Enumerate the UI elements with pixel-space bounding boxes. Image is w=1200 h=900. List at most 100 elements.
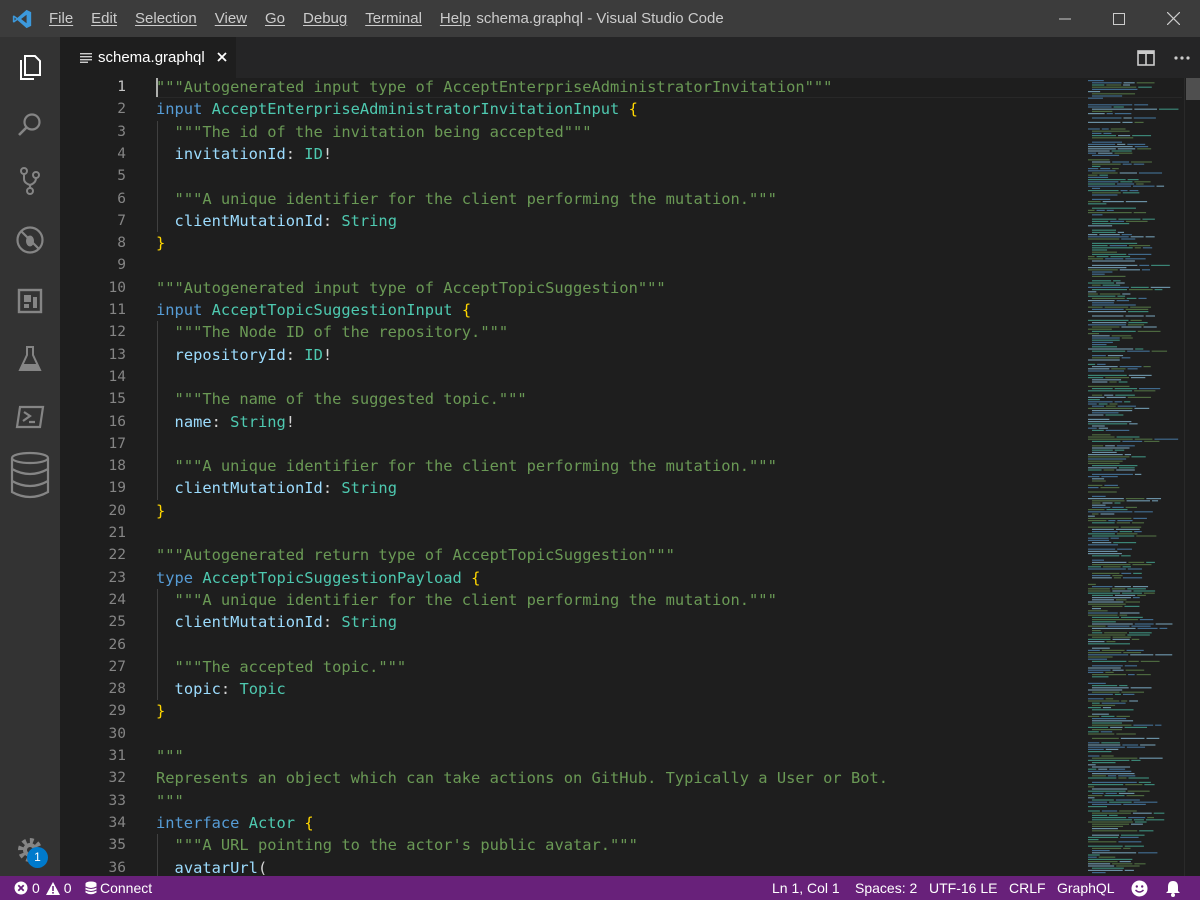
minimap-line (1088, 498, 1124, 500)
code-line[interactable]: """Autogenerated input type of AcceptTop… (156, 277, 666, 299)
problems-status[interactable]: 0 0 (14, 876, 72, 900)
minimap-line (1092, 82, 1122, 84)
minimap-line (1092, 379, 1122, 381)
minimap-line (1103, 469, 1115, 471)
connect-status[interactable]: Connect (85, 876, 152, 900)
minimap-line (1088, 421, 1132, 423)
activity-test[interactable] (0, 331, 60, 387)
code-editor[interactable]: 1 2 3 4 5 6 7 8 9 10 11 12 13 14 15 16 17 18 19 20 21 22 23 24 2… (60, 78, 1200, 876)
menu-go[interactable]: Go (256, 10, 294, 27)
code-token: { (461, 301, 472, 319)
code-token: repositoryId (174, 345, 286, 364)
code-line[interactable]: } (156, 500, 165, 522)
eol-status[interactable]: CRLF (1009, 876, 1046, 900)
encoding-status[interactable]: UTF-16 LE (929, 876, 997, 900)
minimap-line (1092, 825, 1124, 827)
code-line[interactable]: """A unique identifier for the client pe… (156, 589, 777, 611)
code-line[interactable]: input AcceptTopicSuggestionInput { (156, 299, 471, 321)
minimap-line (1092, 847, 1122, 849)
minimap-line (1092, 850, 1110, 852)
minimap-line (1088, 311, 1127, 313)
minimap[interactable] (1088, 78, 1184, 876)
minimap-line (1092, 555, 1120, 557)
maximize-button[interactable] (1092, 0, 1146, 37)
code-line[interactable]: topic: Topic (156, 678, 286, 700)
minimap-line (1088, 150, 1110, 152)
menu-help[interactable]: Help (431, 10, 480, 27)
menu-selection[interactable]: Selection (126, 10, 206, 27)
indentation-status[interactable]: Spaces: 2 (855, 876, 917, 900)
code-line[interactable]: """ (156, 790, 184, 812)
code-line[interactable]: interface Actor { (156, 812, 314, 834)
close-window-button[interactable] (1146, 0, 1200, 37)
menu-file[interactable]: File (40, 10, 82, 27)
minimap-line (1127, 568, 1142, 570)
code-line[interactable]: } (156, 700, 165, 722)
code-line[interactable]: """A URL pointing to the actor's public … (156, 834, 638, 856)
code-line[interactable]: Represents an object which can take acti… (156, 767, 888, 789)
scrollbar-thumb[interactable] (1186, 78, 1200, 100)
code-line[interactable]: type AcceptTopicSuggestionPayload { (156, 567, 480, 589)
code-line[interactable]: clientMutationId: String (156, 611, 397, 633)
line-number: 15 (108, 391, 126, 408)
minimap-line (1139, 757, 1163, 759)
minimap-line (1132, 597, 1140, 599)
activity-source-control[interactable] (0, 153, 60, 209)
minimap-line (1104, 632, 1128, 634)
minimap-line (1092, 308, 1124, 310)
code-line[interactable]: """The accepted topic.""" (156, 656, 407, 678)
menu-terminal[interactable]: Terminal (356, 10, 431, 27)
tab-close-button[interactable] (217, 50, 227, 66)
code-line[interactable]: avatarUrl( (156, 857, 268, 877)
maximize-icon (1113, 12, 1125, 25)
menu-debug[interactable]: Debug (294, 10, 356, 27)
tab-schema-graphql[interactable]: schema.graphql (60, 37, 236, 78)
code-line[interactable]: """The Node ID of the repository.""" (156, 321, 509, 343)
code-line[interactable]: """A unique identifier for the client pe… (156, 455, 777, 477)
more-actions-button[interactable] (1164, 37, 1200, 78)
code-line[interactable]: input AcceptEnterpriseAdministratorInvit… (156, 98, 638, 120)
code-line[interactable]: """ (156, 745, 184, 767)
cursor-position-status[interactable]: Ln 1, Col 1 (772, 876, 840, 900)
activity-search[interactable] (0, 97, 60, 153)
code-line[interactable]: name: String! (156, 411, 296, 433)
minimap-line (1127, 396, 1151, 398)
minimap-line (1104, 795, 1125, 797)
code-line[interactable]: """Autogenerated input type of AcceptEnt… (156, 78, 832, 98)
code-line[interactable]: """The name of the suggested topic.""" (156, 388, 527, 410)
minimap-line (1088, 693, 1113, 695)
activity-extensions[interactable] (0, 273, 60, 329)
code-line[interactable]: repositoryId: ID! (156, 344, 333, 366)
feedback-button[interactable] (1131, 876, 1148, 900)
minimap-line (1088, 654, 1129, 656)
minimap-line (1125, 308, 1149, 310)
menu-edit[interactable]: Edit (82, 10, 126, 27)
minimap-line (1105, 445, 1115, 447)
minimap-line (1092, 88, 1138, 90)
code-line[interactable]: clientMutationId: String (156, 210, 397, 232)
code-line[interactable]: """A unique identifier for the client pe… (156, 188, 777, 210)
minimize-button[interactable] (1038, 0, 1092, 37)
language-mode-status[interactable]: GraphQL (1057, 876, 1115, 900)
menu-view[interactable]: View (206, 10, 256, 27)
notifications-button[interactable] (1165, 876, 1181, 900)
code-token: String (341, 211, 397, 230)
activity-database[interactable] (0, 447, 60, 503)
minimap-line (1092, 616, 1120, 618)
activity-explorer[interactable] (0, 39, 60, 95)
code-line[interactable]: clientMutationId: String (156, 477, 397, 499)
code-line[interactable]: """Autogenerated return type of AcceptTo… (156, 544, 675, 566)
line-number: 12 (108, 324, 126, 341)
minimap-line (1122, 577, 1143, 579)
split-editor-button[interactable] (1128, 37, 1164, 78)
activity-debug[interactable] (0, 212, 60, 268)
editor-scrollbar[interactable] (1184, 78, 1200, 876)
code-line[interactable]: } (156, 232, 165, 254)
minimap-line (1116, 533, 1138, 535)
code-line[interactable]: """The id of the invitation being accept… (156, 121, 592, 143)
minimap-line (1092, 766, 1131, 768)
activity-terminal[interactable] (0, 389, 60, 445)
code-line[interactable]: invitationId: ID! (156, 143, 333, 165)
